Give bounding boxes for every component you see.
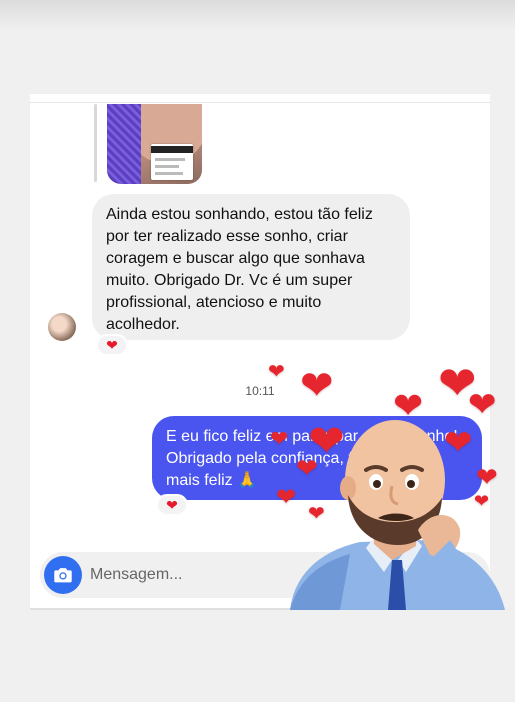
photo-surgical-cap	[107, 104, 141, 184]
top-bar	[0, 0, 515, 30]
camera-icon	[54, 568, 72, 583]
avatar[interactable]	[48, 313, 76, 341]
divider	[30, 102, 490, 103]
heart-icon: ❤	[468, 386, 497, 424]
camera-button[interactable]	[44, 556, 82, 594]
heart-icon: ❤	[444, 424, 473, 462]
heart-icon: ❤	[474, 491, 490, 511]
heart-icon: ❤	[476, 462, 498, 492]
heart-icon: ❤	[296, 453, 318, 483]
reply-quote-bar	[94, 104, 97, 182]
timestamp: 10:11	[245, 384, 275, 398]
incoming-reaction[interactable]: ❤	[96, 334, 128, 356]
outgoing-reaction[interactable]: ❤	[156, 494, 188, 516]
photo-info-card	[151, 144, 193, 180]
incoming-message-text: Ainda estou sonhando, estou tão feliz po…	[106, 206, 373, 333]
heart-icon: ❤	[308, 503, 325, 525]
heart-icon: ❤	[393, 385, 424, 426]
incoming-message-bubble[interactable]: Ainda estou sonhando, estou tão feliz po…	[92, 194, 410, 340]
heart-icon: ❤	[268, 361, 285, 383]
heart-icon: ❤	[106, 337, 118, 353]
heart-icon: ❤	[276, 484, 297, 511]
heart-icon: ❤	[300, 364, 334, 408]
shared-photo-thumbnail[interactable]	[107, 104, 202, 184]
heart-icon: ❤	[270, 426, 289, 451]
heart-icon: ❤	[166, 497, 178, 513]
